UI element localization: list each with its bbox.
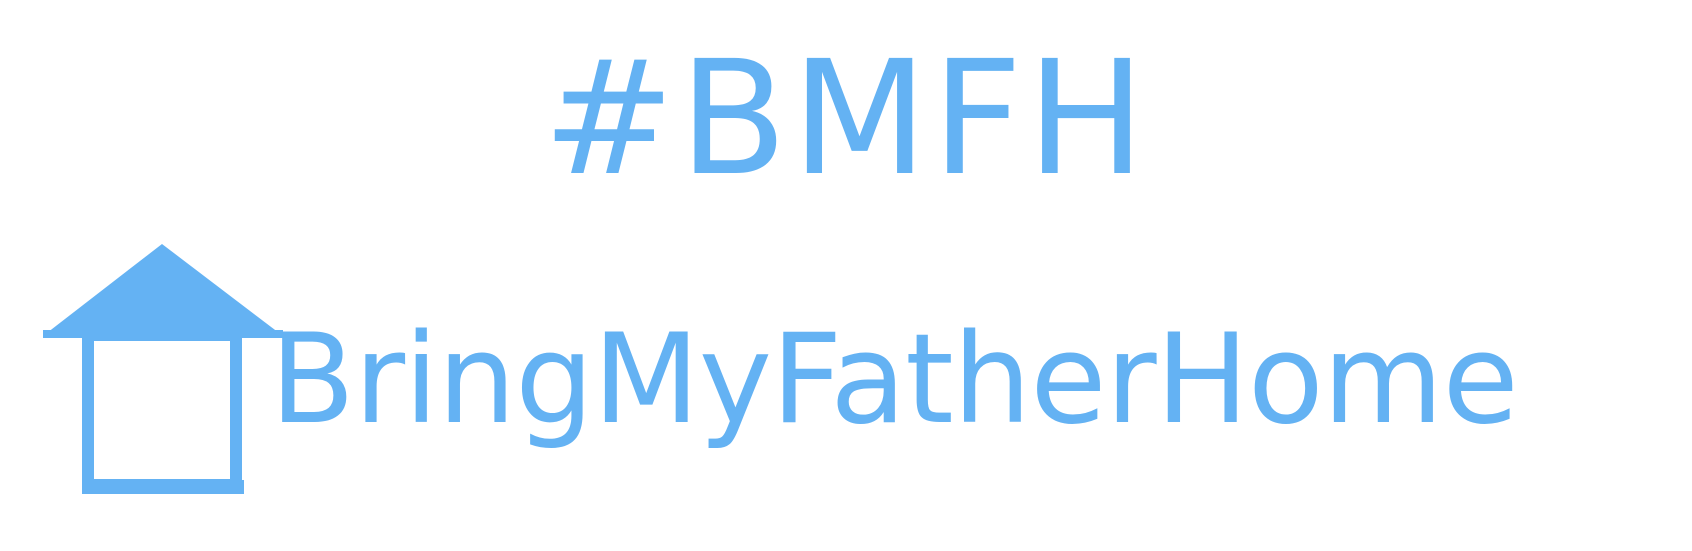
hashtag-text: #BMFH: [542, 27, 1150, 211]
brand-name-text: BringMyFatherHome: [270, 308, 1519, 452]
house-icon: [43, 244, 283, 494]
